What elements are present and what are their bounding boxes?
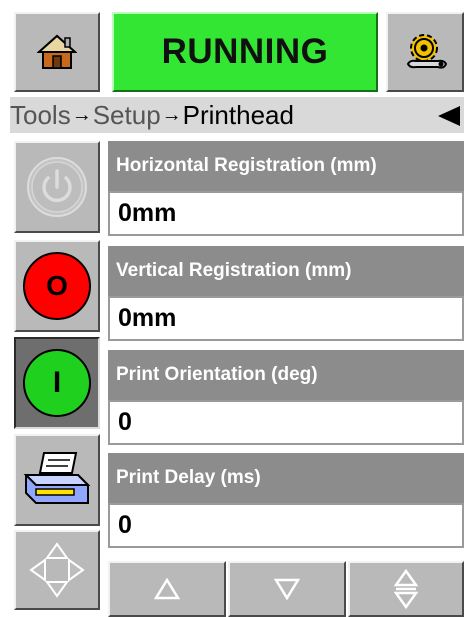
triangle-up-icon xyxy=(154,578,180,600)
stop-circle: O xyxy=(23,252,91,320)
running-status-button[interactable]: RUNNING xyxy=(112,12,378,92)
horizontal-registration-label: Horizontal Registration (mm) xyxy=(108,141,464,191)
breadcrumb-setup[interactable]: Setup xyxy=(93,100,161,131)
printer-button[interactable] xyxy=(14,434,100,526)
power-button[interactable] xyxy=(14,141,100,233)
breadcrumb: Tools → Setup → Printhead xyxy=(10,97,464,133)
stop-button[interactable]: O xyxy=(14,240,100,332)
start-button[interactable]: I xyxy=(14,337,100,429)
power-icon xyxy=(27,157,87,217)
start-circle: I xyxy=(23,349,91,417)
stop-label: O xyxy=(46,270,68,301)
status-label: RUNNING xyxy=(161,32,329,71)
print-delay-label: Print Delay (ms) xyxy=(108,453,464,503)
scroll-up-button[interactable] xyxy=(108,561,226,617)
home-button[interactable] xyxy=(14,12,100,92)
start-label: I xyxy=(52,366,62,399)
scroll-down-button[interactable] xyxy=(228,561,346,617)
breadcrumb-tools[interactable]: Tools xyxy=(10,100,71,131)
breadcrumb-printhead: Printhead xyxy=(182,99,294,130)
settings-button[interactable] xyxy=(386,12,464,92)
breadcrumb-separator: → xyxy=(161,103,182,126)
print-delay-field[interactable]: 0 xyxy=(108,503,464,548)
vertical-registration-label: Vertical Registration (mm) xyxy=(108,246,464,296)
up-down-icon xyxy=(393,569,419,609)
print-orientation-label: Print Orientation (deg) xyxy=(108,350,464,400)
breadcrumb-separator: → xyxy=(71,103,92,126)
back-arrow-icon[interactable] xyxy=(436,106,460,126)
home-icon xyxy=(37,34,77,69)
four-way-arrows-icon xyxy=(29,542,85,598)
print-orientation-field[interactable]: 0 xyxy=(108,400,464,445)
vertical-registration-field[interactable]: 0mm xyxy=(108,296,464,341)
navigate-button[interactable] xyxy=(14,530,100,610)
up-down-button[interactable] xyxy=(348,561,464,617)
triangle-down-icon xyxy=(274,578,300,600)
gear-wrench-icon xyxy=(406,34,448,69)
printhead-setup-screen: { "header": { "status_label": "RUNNING",… xyxy=(0,0,464,617)
horizontal-registration-field[interactable]: 0mm xyxy=(108,191,464,236)
printer-icon xyxy=(23,452,91,504)
